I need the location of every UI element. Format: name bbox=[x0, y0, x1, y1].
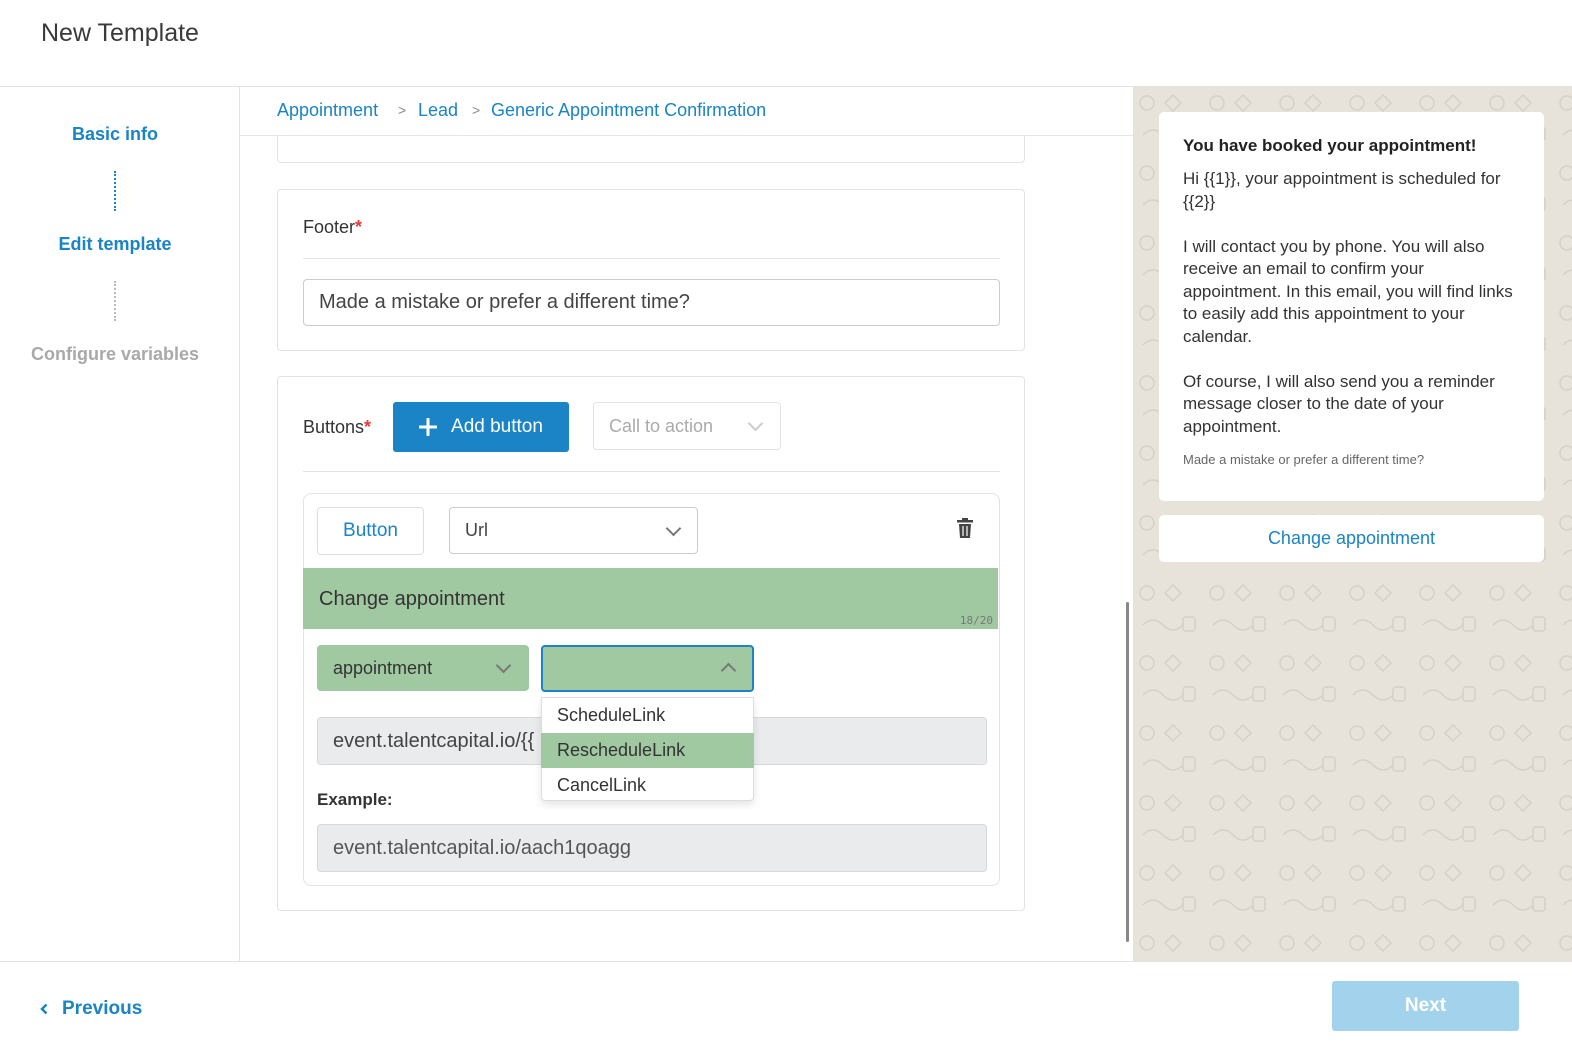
step-basic-info[interactable]: Basic info bbox=[0, 124, 230, 145]
dropdown-option[interactable]: ScheduleLink bbox=[542, 698, 753, 733]
buttons-card: Buttons* Add button Call to action Butto… bbox=[277, 376, 1025, 911]
button-type-select[interactable]: Call to action bbox=[593, 402, 781, 450]
next-button[interactable]: Next bbox=[1332, 981, 1519, 1031]
preview-header: You have booked your appointment! bbox=[1183, 136, 1477, 155]
buttons-label: Buttons* bbox=[303, 417, 372, 437]
dropdown-option[interactable]: CancelLink bbox=[542, 768, 753, 803]
step-edit-template[interactable]: Edit template bbox=[0, 234, 230, 255]
footer-label: Footer* bbox=[303, 217, 363, 237]
trash-icon[interactable] bbox=[956, 518, 974, 543]
step-configure-variables: Configure variables bbox=[30, 344, 200, 364]
previous-button[interactable]: Previous bbox=[40, 998, 142, 1020]
footer-card: Footer* Made a mistake or prefer a diffe… bbox=[277, 189, 1025, 351]
preview-body: Hi {{1}}, your appointment is scheduled … bbox=[1183, 169, 1513, 436]
breadcrumb-separator: > bbox=[472, 102, 481, 118]
example-label: Example: bbox=[317, 790, 393, 809]
button-item-card: Button Url Change appointment 18/20 appo… bbox=[303, 493, 1000, 886]
url-var-select-2[interactable] bbox=[541, 645, 754, 692]
breadcrumb-current: Generic Appointment Confirmation bbox=[491, 100, 767, 120]
url-var-dropdown: ScheduleLink RescheduleLink CancelLink bbox=[541, 697, 754, 801]
add-button[interactable]: Add button bbox=[393, 402, 569, 452]
top-bar: New Template bbox=[0, 0, 1572, 87]
step-connector bbox=[114, 281, 116, 321]
breadcrumb-lead[interactable]: Lead bbox=[418, 100, 458, 121]
chevron-left-icon bbox=[40, 1003, 48, 1015]
footer-input[interactable]: Made a mistake or prefer a different tim… bbox=[303, 279, 1000, 326]
url-var-select-1[interactable]: appointment bbox=[317, 645, 529, 691]
dropdown-option-highlighted[interactable]: RescheduleLink bbox=[541, 733, 754, 768]
breadcrumb-appointment[interactable]: Appointment bbox=[277, 100, 378, 121]
char-counter: 18/20 bbox=[959, 614, 993, 627]
preview-message-bubble: You have booked your appointment! Hi {{1… bbox=[1159, 112, 1544, 501]
button-kind-select[interactable]: Url bbox=[449, 507, 698, 554]
preview-cta-button: Change appointment bbox=[1159, 515, 1544, 562]
chevron-down-icon bbox=[495, 657, 512, 674]
chevron-down-icon bbox=[747, 415, 764, 432]
step-connector bbox=[114, 171, 116, 211]
template-editor: Appointment > Lead > Generic Appointment… bbox=[240, 87, 1133, 961]
plus-icon bbox=[419, 418, 438, 436]
breadcrumb: Appointment > Lead > Generic Appointment… bbox=[240, 87, 1133, 136]
button-type-tab[interactable]: Button bbox=[317, 507, 424, 555]
chevron-up-icon bbox=[720, 662, 737, 679]
chevron-down-icon bbox=[665, 520, 682, 537]
bottom-nav: Previous Next bbox=[0, 961, 1572, 1051]
scrollbar[interactable] bbox=[1126, 602, 1129, 942]
button-text-input[interactable]: Change appointment 18/20 bbox=[303, 568, 998, 629]
stepper-sidebar: Basic info Edit template Configure varia… bbox=[0, 87, 240, 961]
page-title: New Template bbox=[41, 19, 199, 47]
example-input: event.talentcapital.io/aach1qoagg bbox=[317, 824, 987, 872]
breadcrumb-separator: > bbox=[398, 102, 407, 118]
message-preview: You have booked your appointment! Hi {{1… bbox=[1133, 87, 1572, 961]
preview-footer: Made a mistake or prefer a different tim… bbox=[1183, 452, 1425, 467]
